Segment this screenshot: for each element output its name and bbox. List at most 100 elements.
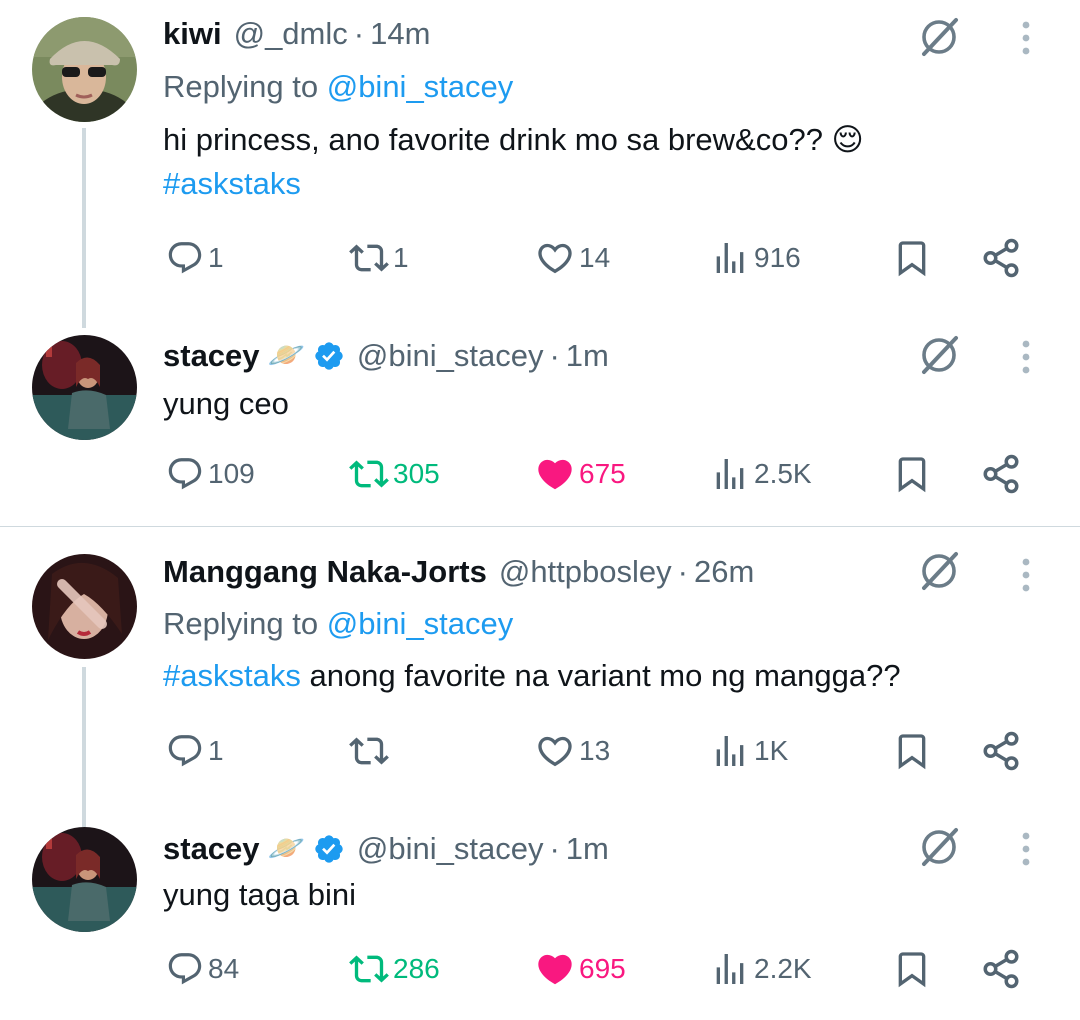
more-icon[interactable]	[1014, 18, 1038, 58]
avatar[interactable]	[32, 17, 137, 122]
action-bar: 1 1 14 916	[0, 234, 1080, 282]
tweet-body: anong favorite na variant mo ng mangga??	[300, 658, 901, 693]
hashtag-link[interactable]: #askstaks	[163, 162, 864, 206]
share-button[interactable]	[980, 234, 1022, 282]
reply-count: 84	[208, 953, 240, 984]
like-button[interactable]: 675	[535, 450, 626, 498]
timestamp[interactable]: 1m	[566, 336, 609, 376]
replying-to: Replying to @bini_stacey	[163, 604, 513, 644]
bookmark-button[interactable]	[892, 945, 932, 993]
timestamp[interactable]: 14m	[370, 14, 430, 54]
more-icon[interactable]	[1014, 337, 1038, 377]
tweet-stacey-reply-1[interactable]: stacey 🪐 @bini_stacey · 1m yung ceo 109 …	[0, 320, 1080, 520]
repost-button[interactable]: 305	[349, 450, 440, 498]
reply-count: 1	[208, 735, 224, 766]
tweet-body: yung ceo	[163, 386, 289, 421]
display-name[interactable]: Manggang Naka-Jorts	[163, 552, 487, 592]
mention-link[interactable]: @bini_stacey	[327, 69, 514, 104]
planet-emoji: 🪐	[267, 832, 305, 865]
replying-label: Replying to	[163, 606, 327, 641]
separator-dot: ·	[677, 554, 688, 589]
tweet-text: hi princess, ano favorite drink mo sa br…	[163, 118, 864, 206]
hashtag-link[interactable]: #askstaks	[163, 658, 301, 693]
tweet-text: #askstaks anong favorite na variant mo n…	[163, 654, 901, 698]
like-button[interactable]: 695	[535, 945, 626, 993]
like-count: 14	[579, 242, 611, 273]
repost-icon	[349, 949, 389, 989]
timestamp[interactable]: 1m	[566, 829, 609, 869]
repost-button[interactable]: 286	[349, 945, 440, 993]
grok-icon[interactable]	[916, 546, 964, 594]
share-button[interactable]	[980, 945, 1022, 993]
views-button[interactable]: 2.5K	[710, 450, 812, 498]
like-button[interactable]: 14	[535, 234, 610, 282]
bookmark-icon	[892, 731, 932, 771]
like-icon	[535, 731, 575, 771]
action-bar: 84 286 695 2.2K	[0, 945, 1080, 993]
thread-line	[82, 128, 86, 328]
repost-button[interactable]: 1	[349, 234, 409, 282]
share-icon	[980, 453, 1022, 495]
grok-icon[interactable]	[916, 330, 964, 378]
views-button[interactable]: 916	[710, 234, 801, 282]
user-handle[interactable]: @bini_stacey	[357, 829, 544, 869]
user-handle[interactable]: @bini_stacey	[357, 336, 544, 376]
mention-link[interactable]: @bini_stacey	[327, 606, 514, 641]
like-icon	[535, 949, 575, 989]
user-handle[interactable]: @httpbosley	[499, 552, 672, 592]
bookmark-button[interactable]	[892, 727, 932, 775]
views-button[interactable]: 2.2K	[710, 945, 812, 993]
reply-button[interactable]: 1	[166, 234, 224, 282]
grok-icon[interactable]	[916, 822, 964, 870]
display-name[interactable]: kiwi	[163, 14, 222, 54]
like-button[interactable]: 13	[535, 727, 610, 775]
timestamp[interactable]: 26m	[694, 552, 754, 592]
reply-button[interactable]: 84	[166, 945, 239, 993]
verified-badge-icon[interactable]	[313, 833, 345, 865]
bookmark-button[interactable]	[892, 234, 932, 282]
share-icon	[980, 730, 1022, 772]
tweet-manggang[interactable]: Manggang Naka-Jorts @httpbosley · 26m Re…	[0, 540, 1080, 827]
avatar[interactable]	[32, 335, 137, 440]
thread-divider	[0, 526, 1080, 527]
tweet-header: Manggang Naka-Jorts @httpbosley · 26m	[163, 552, 754, 592]
tweet-stacey-reply-2[interactable]: stacey 🪐 @bini_stacey · 1m yung taga bin…	[0, 812, 1080, 1017]
display-name[interactable]: stacey	[163, 829, 260, 869]
more-icon[interactable]	[1014, 829, 1038, 869]
tweet-header: stacey 🪐 @bini_stacey · 1m	[163, 829, 609, 869]
bookmark-button[interactable]	[892, 450, 932, 498]
replying-label: Replying to	[163, 69, 327, 104]
repost-count: 286	[393, 953, 440, 984]
reply-button[interactable]: 109	[166, 450, 255, 498]
like-count: 675	[579, 458, 626, 489]
grok-icon[interactable]	[916, 12, 964, 60]
repost-button[interactable]	[349, 727, 393, 775]
tweet-kiwi[interactable]: kiwi @_dmlc · 14m Replying to @bini_stac…	[0, 0, 1080, 328]
tweet-body: hi princess, ano favorite drink mo sa br…	[163, 122, 864, 157]
separator-dot: ·	[549, 831, 560, 866]
reply-icon	[166, 732, 204, 770]
share-icon	[980, 237, 1022, 279]
planet-emoji: 🪐	[267, 339, 305, 372]
repost-count: 305	[393, 458, 440, 489]
reply-button[interactable]: 1	[166, 727, 224, 775]
avatar[interactable]	[32, 827, 137, 932]
reply-icon	[166, 239, 204, 277]
share-button[interactable]	[980, 450, 1022, 498]
views-icon	[710, 949, 750, 989]
like-count: 13	[579, 735, 611, 766]
avatar[interactable]	[32, 554, 137, 659]
action-bar: 109 305 675 2.5K	[0, 450, 1080, 498]
bookmark-icon	[892, 238, 932, 278]
verified-badge-icon[interactable]	[313, 340, 345, 372]
views-button[interactable]: 1K	[710, 727, 788, 775]
tweet-header: kiwi @_dmlc · 14m	[163, 14, 430, 54]
reply-count: 1	[208, 242, 224, 273]
display-name[interactable]: stacey	[163, 336, 260, 376]
like-count: 695	[579, 953, 626, 984]
share-button[interactable]	[980, 727, 1022, 775]
repost-icon	[349, 238, 389, 278]
separator-dot: ·	[353, 16, 365, 51]
user-handle[interactable]: @_dmlc	[234, 14, 348, 54]
more-icon[interactable]	[1014, 555, 1038, 595]
